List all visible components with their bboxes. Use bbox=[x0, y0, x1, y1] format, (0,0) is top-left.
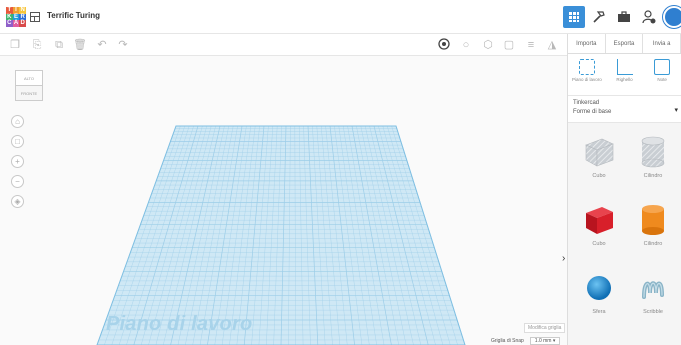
mirror-icon[interactable]: ◮ bbox=[545, 38, 559, 52]
workplane-icon bbox=[578, 59, 595, 75]
view-cube-front[interactable]: FRONTE bbox=[15, 86, 43, 101]
hammer-icon[interactable] bbox=[588, 6, 610, 28]
right-panel: Importa Esporta Invia a Piano di lavoro … bbox=[567, 34, 681, 345]
shape-hole-cylinder[interactable]: Cilindro bbox=[630, 135, 676, 193]
tab-import[interactable]: Importa bbox=[568, 34, 606, 53]
fit-view-icon[interactable]: □ bbox=[11, 135, 24, 148]
workplane-label: Piano di lavoro bbox=[106, 313, 253, 335]
briefcase-icon[interactable] bbox=[613, 6, 635, 28]
perspective-icon[interactable]: ◈ bbox=[11, 195, 24, 208]
hole-icon[interactable]: ▢ bbox=[502, 38, 516, 52]
logo-letter: K bbox=[6, 13, 13, 21]
shape-cube[interactable]: Cubo bbox=[576, 203, 622, 261]
shape-label: Cubo bbox=[592, 173, 606, 179]
redo-icon[interactable]: ↷ bbox=[116, 38, 130, 52]
note-icon bbox=[654, 59, 671, 75]
library-value: Forme di base bbox=[573, 109, 612, 115]
shape-label: Sfera bbox=[592, 309, 606, 315]
view-cube[interactable]: ALTO FRONTE bbox=[12, 70, 44, 102]
snap-grid-control: Griglia di Snap 1.0 mm ▾ bbox=[491, 337, 561, 345]
hole-cylinder-icon bbox=[641, 136, 665, 168]
user-add-icon[interactable] bbox=[638, 6, 660, 28]
ruler-tool[interactable]: Righello bbox=[606, 59, 644, 95]
ruler-tool-label: Righello bbox=[616, 77, 633, 82]
logo-letter: N bbox=[19, 7, 26, 14]
tinkercad-editor: TINKERCAD Terrific Turing ❐ ⎘ ⧉ 🗑 ↶ ↷ ○ … bbox=[0, 0, 681, 345]
panel-tabs: Importa Esporta Invia a bbox=[568, 34, 681, 54]
project-title[interactable]: Terrific Turing bbox=[47, 11, 100, 20]
note-icon[interactable] bbox=[437, 38, 451, 52]
cylinder-icon bbox=[642, 205, 664, 235]
delete-icon[interactable]: 🗑 bbox=[73, 38, 87, 52]
logo-letter: D bbox=[19, 20, 26, 27]
snap-grid-select[interactable]: 1.0 mm ▾ bbox=[529, 337, 561, 345]
edit-toolbar: ❐ ⎘ ⧉ 🗑 ↶ ↷ ○ ⬡ ▢ ≡ ◮ bbox=[0, 34, 567, 56]
scribble-icon bbox=[642, 281, 664, 299]
shape-library-select[interactable]: Tinkercad Forme di base ▾ bbox=[568, 96, 681, 123]
duplicate-icon[interactable]: ⧉ bbox=[52, 38, 66, 52]
shape-label: Cilindro bbox=[643, 173, 663, 179]
ruler-icon bbox=[616, 59, 633, 75]
tinkercad-logo[interactable]: TINKERCAD bbox=[6, 7, 26, 27]
top-bar: TINKERCAD Terrific Turing bbox=[0, 0, 681, 34]
3d-canvas[interactable]: ALTO FRONTE ⌂ □ + − ◈ Piano di lavoro Mo… bbox=[0, 56, 567, 345]
notes-tool-label: Note bbox=[657, 77, 667, 82]
snap-grid-label: Griglia di Snap bbox=[491, 338, 524, 344]
logo-letter: A bbox=[12, 20, 20, 27]
tab-send-to[interactable]: Invia a bbox=[643, 34, 681, 53]
logo-letter: C bbox=[6, 20, 13, 27]
hole-cube-icon bbox=[585, 138, 614, 167]
shape-hole-cube[interactable]: Cubo bbox=[576, 135, 622, 193]
edit-grid-button[interactable]: Modifica griglia bbox=[524, 323, 566, 333]
grid-view-icon[interactable] bbox=[563, 6, 585, 28]
shape-label: Cilindro bbox=[643, 241, 663, 247]
tab-export[interactable]: Esporta bbox=[606, 34, 644, 53]
collapse-panel-icon[interactable]: › bbox=[562, 253, 565, 264]
align-icon[interactable]: ≡ bbox=[524, 38, 538, 52]
shape-cylinder[interactable]: Cilindro bbox=[630, 203, 676, 261]
shape-library: Cubo Cilindro Cubo Cilindro Sfera Scribb… bbox=[568, 123, 681, 345]
workplane-grid[interactable] bbox=[0, 56, 567, 345]
light-bulb-icon[interactable]: ○ bbox=[459, 38, 473, 52]
zoom-in-icon[interactable]: + bbox=[11, 155, 24, 168]
copy-icon[interactable]: ❐ bbox=[8, 38, 22, 52]
top-right-actions bbox=[563, 5, 681, 29]
project-grid-icon[interactable] bbox=[30, 12, 40, 22]
paste-icon[interactable]: ⎘ bbox=[30, 38, 44, 52]
logo-letter: I bbox=[12, 7, 20, 14]
shape-scribble[interactable]: Scribble bbox=[630, 271, 676, 329]
library-title: Tinkercad bbox=[573, 100, 600, 106]
workplane-tool-label: Piano di lavoro bbox=[571, 77, 602, 82]
undo-icon[interactable]: ↶ bbox=[95, 38, 109, 52]
shape-label: Scribble bbox=[643, 309, 663, 315]
panel-tools: Piano di lavoro Righello Note bbox=[568, 54, 681, 96]
shape-sphere[interactable]: Sfera bbox=[576, 271, 622, 329]
notes-tool[interactable]: Note bbox=[643, 59, 681, 95]
logo-letter: E bbox=[12, 13, 20, 21]
shape-label: Cubo bbox=[592, 241, 606, 247]
chevron-down-icon: ▾ bbox=[674, 107, 678, 114]
shape-icon[interactable]: ⬡ bbox=[481, 38, 495, 52]
view-cube-top[interactable]: ALTO bbox=[15, 70, 43, 86]
workplane-tool[interactable]: Piano di lavoro bbox=[568, 59, 606, 95]
home-view-icon[interactable]: ⌂ bbox=[11, 115, 24, 128]
logo-letter: R bbox=[19, 13, 26, 21]
cube-icon bbox=[586, 207, 613, 234]
avatar[interactable] bbox=[663, 6, 681, 28]
snap-grid-value: 1.0 mm bbox=[534, 338, 552, 344]
logo-letter: T bbox=[6, 7, 13, 14]
zoom-out-icon[interactable]: − bbox=[11, 175, 24, 188]
sphere-icon bbox=[587, 276, 611, 300]
